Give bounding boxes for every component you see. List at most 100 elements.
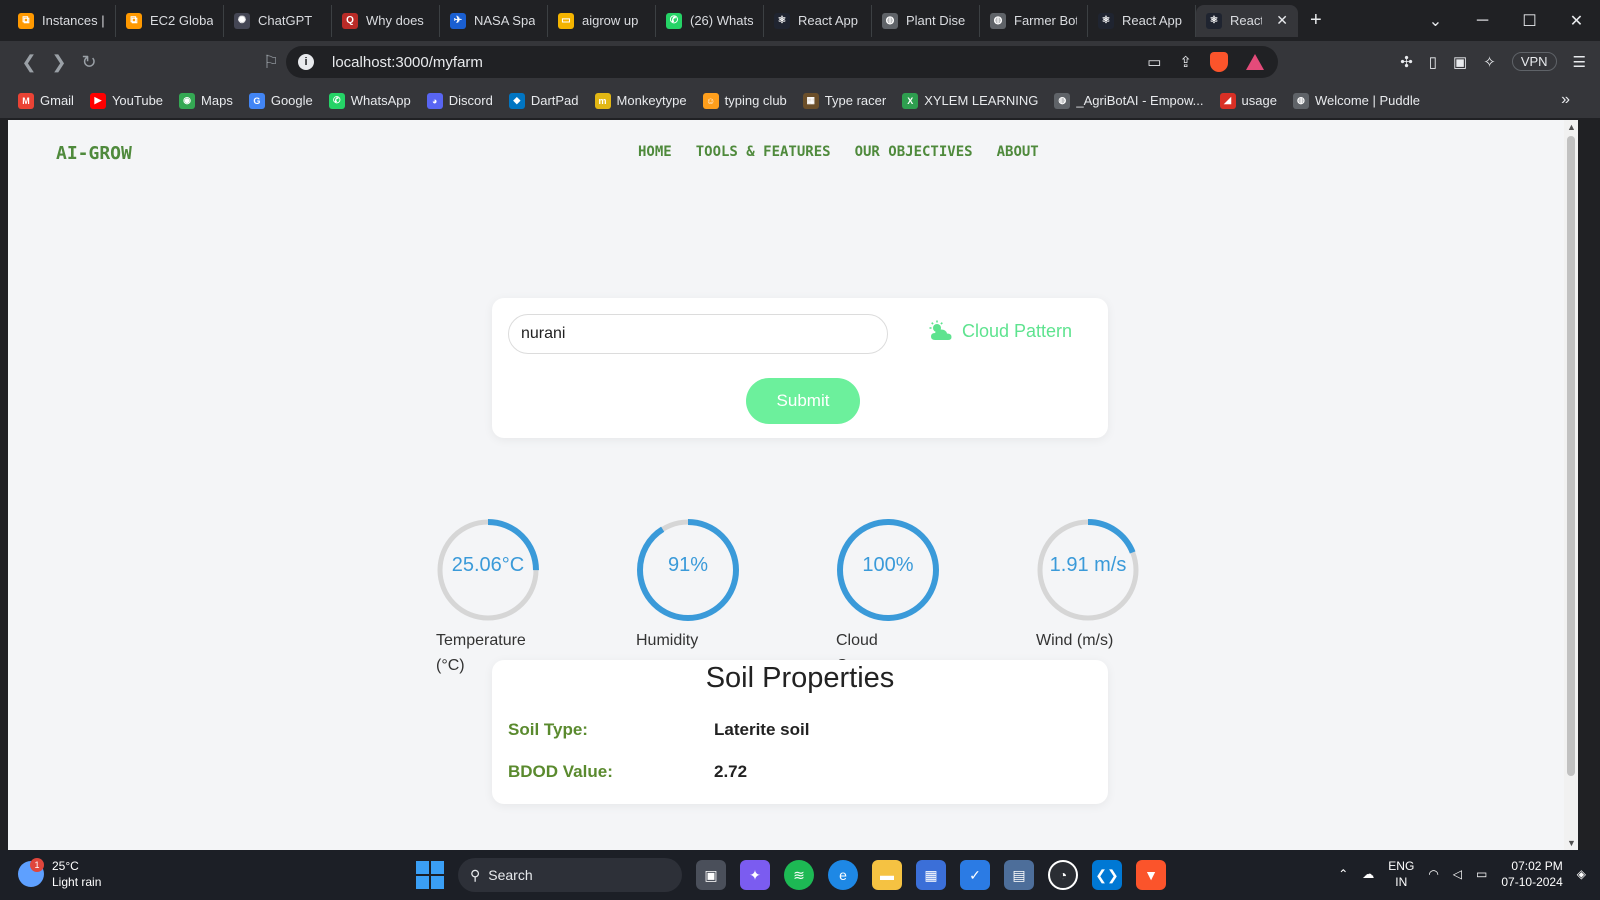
cast-icon[interactable]: ▭: [1147, 53, 1161, 71]
page-scrollbar[interactable]: ▲ ▼: [1564, 120, 1578, 850]
notifications-bell-icon[interactable]: ◈: [1577, 867, 1586, 881]
taskbar-search[interactable]: ⚲ Search: [458, 858, 682, 892]
tab-list: ⧉ Instances | ⧉ EC2 Global ✺ ChatGPT Q Why does…: [0, 4, 1298, 37]
tab-0[interactable]: ⧉ Instances |: [8, 4, 116, 37]
bookmark-item[interactable]: M Gmail: [18, 92, 74, 109]
bookmark-label: Discord: [448, 93, 493, 108]
language-code: ENG: [1388, 859, 1415, 873]
microsoft-store-icon[interactable]: ▦: [916, 860, 946, 890]
volume-icon[interactable]: ◁: [1453, 867, 1462, 881]
tab-label: Plant Dise: [906, 13, 966, 28]
show-hidden-icons-chevron-icon[interactable]: ⌃: [1338, 867, 1348, 881]
brave-browser-icon[interactable]: ▼: [1136, 860, 1166, 890]
share-icon[interactable]: ⇪: [1179, 53, 1192, 71]
site-info-icon[interactable]: i: [298, 54, 314, 70]
edge-browser-icon[interactable]: e: [828, 860, 858, 890]
spotify-icon[interactable]: ≋: [784, 860, 814, 890]
reload-button[interactable]: ↻: [74, 52, 104, 73]
close-window-button[interactable]: ✕: [1553, 11, 1600, 31]
scroll-up-icon[interactable]: ▲: [1567, 122, 1576, 132]
onedrive-icon[interactable]: ☁: [1362, 867, 1374, 881]
whatsapp-icon: ✆: [666, 12, 682, 29]
tab-4[interactable]: ✈ NASA Spa: [440, 4, 548, 37]
close-tab-icon[interactable]: ✕: [1276, 12, 1288, 29]
tab-3[interactable]: Q Why does: [332, 4, 440, 37]
bookmark-icon[interactable]: ⚐: [256, 52, 286, 73]
tab-1[interactable]: ⧉ EC2 Global: [116, 4, 224, 37]
bookmark-item[interactable]: X XYLEM LEARNING: [902, 92, 1038, 109]
bookmark-item[interactable]: ◉ Maps: [179, 92, 233, 109]
new-tab-button[interactable]: +: [1310, 9, 1322, 32]
slides-icon: ▭: [558, 12, 574, 29]
task-view-icon[interactable]: ▣: [696, 860, 726, 890]
scrollbar-thumb[interactable]: [1567, 136, 1575, 776]
more-bookmarks-icon[interactable]: »: [1561, 91, 1570, 109]
scroll-down-icon[interactable]: ▼: [1567, 838, 1576, 848]
forward-button[interactable]: ❯: [44, 52, 74, 73]
gauge-humidity: 91% Humidity: [636, 518, 746, 653]
address-bar[interactable]: i localhost:3000/myfarm ▭ ⇪: [286, 46, 1278, 78]
nav-about[interactable]: ABOUT: [997, 144, 1039, 160]
site-logo[interactable]: AI-GROW: [56, 143, 132, 164]
github-desktop-icon[interactable]: ◔: [1048, 860, 1078, 890]
wifi-icon[interactable]: ◠: [1428, 867, 1438, 881]
tab-11[interactable]: ⚛ React ✕: [1196, 4, 1298, 37]
clock[interactable]: 07:02 PM 07-10-2024: [1501, 858, 1562, 890]
bookmark-item[interactable]: ◆ DartPad: [508, 92, 579, 109]
tab-2[interactable]: ✺ ChatGPT: [224, 4, 332, 37]
tab-8[interactable]: ◍ Plant Dise: [872, 4, 980, 37]
leo-ai-icon[interactable]: ✧: [1483, 53, 1496, 71]
bookmark-item[interactable]: ☺ typing club: [702, 92, 787, 109]
tab-6[interactable]: ✆ (26) Whats: [656, 4, 764, 37]
file-explorer-icon[interactable]: ▬: [872, 860, 902, 890]
minimize-button[interactable]: ─: [1459, 12, 1506, 30]
vpn-button[interactable]: VPN: [1511, 52, 1557, 71]
maximize-button[interactable]: ☐: [1506, 11, 1553, 31]
nav-tools-features[interactable]: TOOLS & FEATURES: [696, 144, 831, 160]
bookmark-item[interactable]: ◢ usage: [1219, 92, 1277, 109]
main-nav: HOME TOOLS & FEATURES OUR OBJECTIVES ABO…: [638, 144, 1039, 160]
language-indicator[interactable]: ENG IN: [1388, 858, 1414, 890]
nav-home[interactable]: HOME: [638, 144, 672, 160]
city-input[interactable]: [508, 314, 888, 354]
battery-icon[interactable]: ▭: [1476, 867, 1487, 881]
weather-desc: Light rain: [52, 875, 102, 889]
tab-9[interactable]: ◍ Farmer Bot: [980, 4, 1088, 37]
bookmark-item[interactable]: ✆ WhatsApp: [328, 92, 411, 109]
sidebar-icon[interactable]: ▯: [1429, 53, 1437, 71]
tab-7[interactable]: ⚛ React App: [764, 4, 872, 37]
url-text[interactable]: localhost:3000/myfarm: [332, 54, 483, 71]
bookmark-label: usage: [1241, 93, 1277, 108]
gauge-wind: 1.91 m/s Wind (m/s): [1036, 518, 1146, 653]
weather-widget[interactable]: 1 25°C Light rain: [18, 858, 101, 890]
tab-5[interactable]: ▭ aigrow up: [548, 4, 656, 37]
wallet-icon[interactable]: ▣: [1453, 53, 1467, 71]
copilot-icon[interactable]: ✦: [740, 860, 770, 890]
tab-search-chevron-icon[interactable]: ⌄: [1412, 11, 1459, 31]
back-button[interactable]: ❮: [14, 52, 44, 73]
menu-icon[interactable]: ☰: [1573, 53, 1586, 71]
bookmark-item[interactable]: ◍ Welcome | Puddle: [1292, 92, 1420, 109]
bookmark-item[interactable]: G Google: [248, 92, 313, 109]
bookmark-favicon-icon: X: [902, 92, 919, 109]
vscode-icon[interactable]: ❮❯: [1092, 860, 1122, 890]
gauge-label: Humidity: [636, 632, 699, 649]
submit-button[interactable]: Submit: [746, 378, 860, 424]
bookmark-item[interactable]: ▶ YouTube: [89, 92, 163, 109]
tab-10[interactable]: ⚛ React App: [1088, 4, 1196, 37]
browser-toolbar: ❮ ❯ ↻ ⚐ i localhost:3000/myfarm ▭ ⇪ ✣ ▯ …: [0, 41, 1600, 83]
windows-start-icon[interactable]: [416, 861, 444, 889]
bookmark-label: Monkeytype: [616, 93, 687, 108]
cloud-pattern-button[interactable]: Cloud Pattern: [928, 320, 1072, 342]
nav-our-objectives[interactable]: OUR OBJECTIVES: [855, 144, 973, 160]
bookmark-item[interactable]: ◕ Discord: [426, 92, 493, 109]
bookmark-item[interactable]: ◍ _AgriBotAI - Empow...: [1054, 92, 1204, 109]
bookmark-favicon-icon: ☺: [702, 92, 719, 109]
brave-rewards-icon[interactable]: [1246, 54, 1264, 70]
bookmark-item[interactable]: ▦ Type racer: [802, 92, 886, 109]
brave-shields-icon[interactable]: [1210, 52, 1228, 72]
photos-icon[interactable]: ▤: [1004, 860, 1034, 890]
todo-icon[interactable]: ✓: [960, 860, 990, 890]
bookmark-item[interactable]: m Monkeytype: [594, 92, 687, 109]
extensions-icon[interactable]: ✣: [1400, 53, 1413, 71]
